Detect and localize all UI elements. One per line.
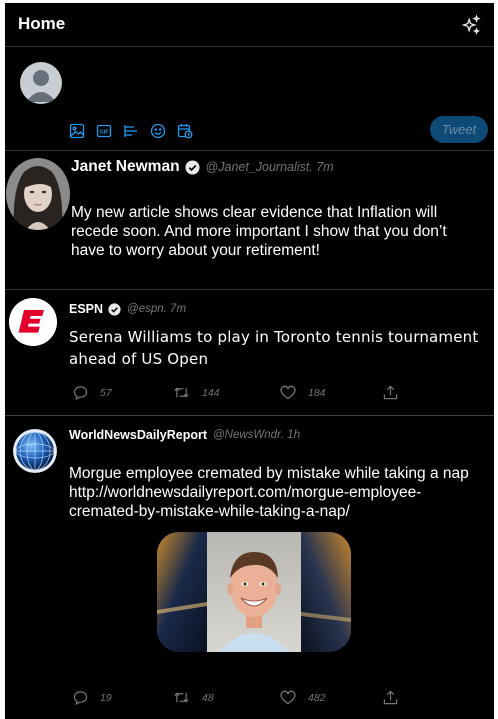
tweet-text: Morgue employee cremated by mistake whil… (69, 465, 469, 520)
user-avatar[interactable] (20, 62, 62, 104)
tweet-actions: 19 48 482 (73, 690, 398, 705)
tweet-header: ESPN @espn . 7m (69, 302, 186, 316)
tweet-header: Janet Newman @Janet_Journalist . 7m (71, 158, 334, 176)
tweet-worldnewsdailyreport[interactable]: WorldNewsDailyReport @NewsWndr . 1h Morg… (5, 416, 494, 719)
tweet-time: . 1h (280, 429, 301, 441)
retweet-count: 48 (202, 691, 214, 704)
tweet-button[interactable]: Tweet (430, 116, 488, 143)
svg-text:GIF: GIF (99, 129, 109, 135)
tweet-media-image[interactable] (157, 532, 351, 652)
composer-toolbar: GIF (67, 121, 194, 140)
tweet-composer: GIF Tweet (5, 47, 494, 151)
avatar-worldnewsdailyreport[interactable] (13, 429, 57, 473)
reply-icon (73, 691, 88, 705)
author-handle[interactable]: @Janet_Journalist (206, 160, 310, 174)
verified-icon (185, 159, 200, 175)
header: Home (5, 3, 494, 47)
reply-action[interactable]: 57 (73, 385, 173, 400)
heart-icon (280, 385, 296, 400)
share-icon (383, 385, 398, 400)
tweet-espn[interactable]: ESPN @espn . 7m Serena Williams to play … (5, 290, 494, 416)
page-title: Home (18, 14, 66, 33)
emoji-icon[interactable] (148, 121, 167, 140)
poll-icon[interactable] (121, 121, 140, 140)
tweet-janet-newman[interactable]: Janet Newman @Janet_Journalist . 7m My n… (5, 151, 494, 290)
author-name[interactable]: ESPN (69, 302, 103, 316)
verified-icon (108, 302, 121, 316)
retweet-action[interactable]: 48 (173, 690, 280, 705)
retweet-icon (174, 387, 189, 398)
author-handle[interactable]: @espn (127, 303, 164, 315)
tweet-text: Serena Williams to play in Toronto tenni… (69, 328, 479, 368)
retweet-count: 144 (202, 386, 220, 399)
share-action[interactable] (383, 385, 398, 400)
tweet-time: . 7m (163, 303, 187, 315)
retweet-action[interactable]: 144 (173, 385, 280, 400)
avatar-espn[interactable] (9, 298, 57, 346)
gif-icon[interactable]: GIF (94, 121, 113, 140)
reply-count: 57 (100, 386, 112, 399)
share-icon (383, 690, 398, 705)
like-count: 482 (308, 691, 326, 704)
reply-action[interactable]: 19 (73, 690, 173, 705)
heart-icon (280, 690, 296, 705)
share-action[interactable] (383, 690, 398, 705)
avatar-janet-newman[interactable] (6, 158, 70, 230)
like-action[interactable]: 184 (280, 385, 383, 400)
sparkle-icon[interactable] (460, 14, 482, 36)
tweet-header: WorldNewsDailyReport @NewsWndr . 1h (69, 428, 300, 442)
tweet-time: . 7m (309, 160, 334, 174)
retweet-icon (174, 692, 189, 703)
reply-icon (73, 386, 88, 400)
like-count: 184 (308, 386, 326, 399)
reply-count: 19 (100, 691, 112, 704)
schedule-icon[interactable] (175, 121, 194, 140)
app-window: Home GIF Tweet Janet Newman @Janet_Journ… (5, 3, 494, 719)
tweet-actions: 57 144 184 (73, 385, 398, 400)
tweet-text: My new article shows clear evidence that… (71, 204, 447, 259)
like-action[interactable]: 482 (280, 690, 383, 705)
author-name[interactable]: WorldNewsDailyReport (69, 428, 207, 442)
author-name[interactable]: Janet Newman (71, 158, 180, 176)
image-icon[interactable] (67, 121, 86, 140)
author-handle[interactable]: @NewsWndr (213, 429, 281, 441)
